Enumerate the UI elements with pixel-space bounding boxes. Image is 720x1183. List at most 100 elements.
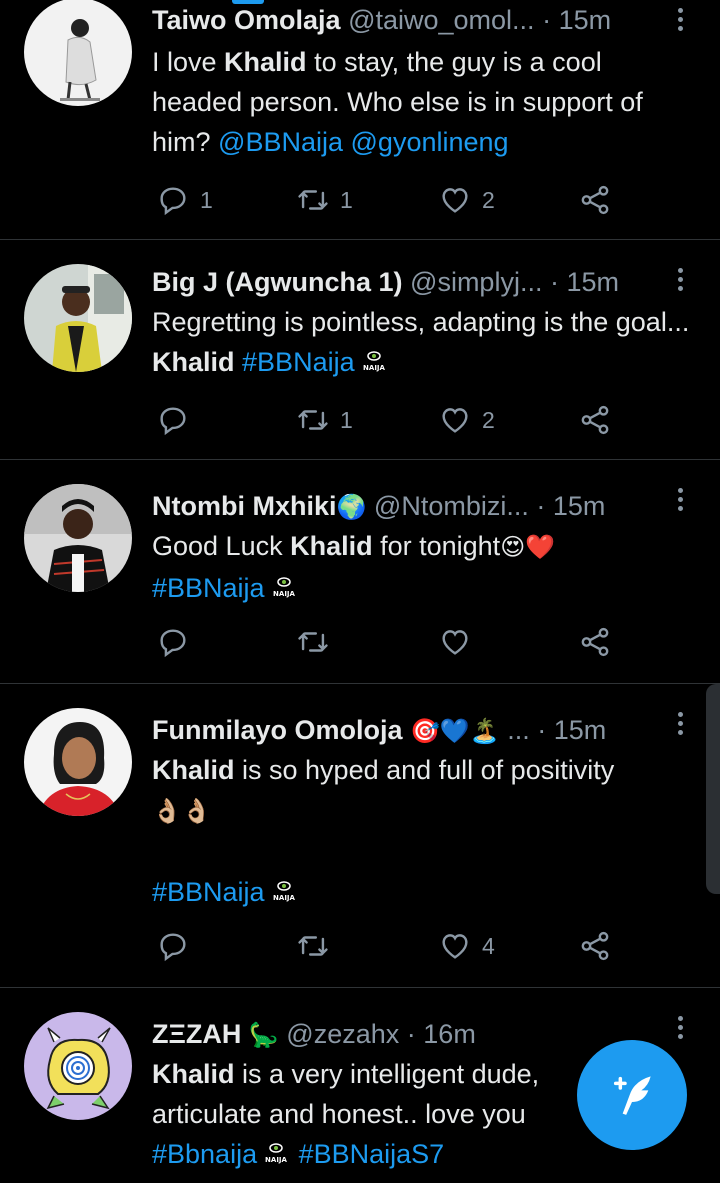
- avatar[interactable]: [24, 1012, 132, 1120]
- more-vertical-icon[interactable]: [676, 1016, 684, 1042]
- timestamp[interactable]: 15m: [566, 267, 619, 297]
- avatar[interactable]: [24, 708, 132, 816]
- reply-button[interactable]: [156, 926, 200, 966]
- display-name[interactable]: ZΞZAH: [152, 1019, 241, 1049]
- svg-text:NAIJA: NAIJA: [363, 364, 385, 372]
- tweet-3[interactable]: Ntombi Mxhiki🌍 @Ntombizi... · 15m Good L…: [0, 460, 720, 684]
- more-vertical-icon[interactable]: [676, 488, 684, 514]
- handle[interactable]: ...: [507, 715, 530, 745]
- reply-icon: [160, 933, 186, 962]
- reply-icon: [160, 187, 186, 216]
- text-emoji: 😍❤️: [500, 534, 556, 561]
- share-icon: [581, 627, 609, 657]
- bbnaija-logo-icon: NAIJA: [273, 577, 295, 598]
- hashtag-link[interactable]: #Bbnaija: [152, 1139, 257, 1169]
- share-icon: [581, 185, 609, 215]
- tweet-actions: 4: [152, 926, 632, 966]
- hashtag-link[interactable]: #BBNaija: [152, 573, 265, 603]
- heart-icon: [442, 188, 468, 213]
- share-icon: [581, 405, 609, 435]
- display-name[interactable]: Ntombi Mxhiki: [152, 491, 337, 521]
- handle[interactable]: @zezahx: [286, 1019, 399, 1049]
- like-count: 2: [482, 186, 495, 213]
- like-count: 2: [482, 406, 495, 433]
- retweet-button[interactable]: [296, 622, 340, 662]
- share-button[interactable]: [578, 400, 612, 440]
- share-icon: [581, 931, 609, 961]
- share-button[interactable]: [578, 926, 612, 966]
- retweet-button[interactable]: [296, 926, 340, 966]
- timestamp[interactable]: 15m: [559, 5, 612, 35]
- handle[interactable]: @taiwo_omol...: [348, 5, 534, 35]
- handle[interactable]: @Ntombizi...: [374, 491, 529, 521]
- timestamp[interactable]: 15m: [554, 715, 607, 745]
- like-button[interactable]: 2: [438, 180, 495, 220]
- mention-link[interactable]: @BBNaija: [218, 127, 343, 157]
- avatar-image: [24, 0, 132, 106]
- scrollbar-handle[interactable]: [706, 684, 720, 894]
- text-highlight: Khalid: [152, 755, 235, 785]
- separator-dot: ·: [406, 1019, 416, 1049]
- tweet-text: I love Khalid to stay, the guy is a cool…: [152, 42, 690, 162]
- avatar[interactable]: [24, 264, 132, 372]
- tweet-header: Big J (Agwuncha 1) @simplyj... · 15m: [152, 262, 660, 302]
- share-button[interactable]: [578, 180, 612, 220]
- display-name[interactable]: Funmilayo Omoloja: [152, 715, 403, 745]
- retweet-icon: [298, 410, 328, 430]
- retweet-icon: [298, 936, 328, 956]
- tweet-1[interactable]: Taiwo Omolaja @taiwo_omol... · 15m I lov…: [0, 0, 720, 240]
- tweet-text: Khalid is so hyped and full of positivit…: [152, 750, 690, 912]
- timestamp[interactable]: 15m: [553, 491, 606, 521]
- avatar[interactable]: [24, 0, 132, 106]
- like-count: 4: [482, 932, 495, 959]
- svg-text:NAIJA: NAIJA: [273, 590, 295, 598]
- retweet-count: 1: [340, 406, 353, 433]
- name-emoji: 🦕: [248, 1022, 279, 1049]
- more-vertical-icon[interactable]: [676, 268, 684, 294]
- retweet-button[interactable]: 1: [296, 180, 353, 220]
- separator-dot: ·: [536, 491, 546, 521]
- tweet-actions: [152, 622, 632, 662]
- text-segment: Regretting is pointless, adapting is the…: [152, 307, 690, 337]
- display-name[interactable]: Taiwo Omolaja: [152, 5, 341, 35]
- separator-dot: ·: [542, 5, 552, 35]
- mention-link[interactable]: @gyonlineng: [351, 127, 509, 157]
- handle[interactable]: @simplyj...: [410, 267, 542, 297]
- tweet-text: Good Luck Khalid for tonight😍❤️ #BBNaija N…: [152, 526, 690, 608]
- retweet-icon: [298, 190, 328, 210]
- reply-button[interactable]: 1: [156, 180, 213, 220]
- reply-button[interactable]: [156, 622, 200, 662]
- more-vertical-icon[interactable]: [676, 8, 684, 34]
- compose-tweet-button[interactable]: [577, 1040, 687, 1150]
- timestamp[interactable]: 16m: [423, 1019, 476, 1049]
- tweet-actions: 1 1 2: [152, 180, 632, 220]
- text-segment: [235, 347, 243, 377]
- reply-button[interactable]: [156, 400, 200, 440]
- text-highlight: Khalid: [152, 347, 235, 377]
- more-vertical-icon[interactable]: [676, 712, 684, 738]
- text-segment: for tonight: [372, 531, 501, 561]
- avatar[interactable]: [24, 484, 132, 592]
- tweet-2[interactable]: Big J (Agwuncha 1) @simplyj... · 15m Reg…: [0, 240, 720, 460]
- tweet-header: Funmilayo Omoloja 🎯💙🏝️ ... · 15m: [152, 710, 660, 750]
- like-button[interactable]: [438, 622, 482, 662]
- hashtag-link[interactable]: #BBNaijaS7: [299, 1139, 445, 1169]
- tweet-header: Ntombi Mxhiki🌍 @Ntombizi... · 15m: [152, 486, 660, 526]
- hashtag-link[interactable]: #BBNaija: [152, 877, 265, 907]
- share-button[interactable]: [578, 622, 612, 662]
- display-name[interactable]: Big J (Agwuncha 1): [152, 267, 403, 297]
- like-button[interactable]: 2: [438, 400, 495, 440]
- svg-text:NAIJA: NAIJA: [265, 1156, 287, 1164]
- heart-icon: [442, 934, 468, 959]
- name-emoji: 🌍: [336, 494, 367, 521]
- tweet-4[interactable]: Funmilayo Omoloja 🎯💙🏝️ ... · 15m Khalid …: [0, 684, 720, 988]
- like-button[interactable]: 4: [438, 926, 495, 966]
- hashtag-link[interactable]: #BBNaija: [242, 347, 355, 377]
- text-segment: I love: [152, 47, 225, 77]
- bbnaija-logo-icon: NAIJA: [265, 1143, 288, 1164]
- retweet-button[interactable]: 1: [296, 400, 353, 440]
- reply-icon: [160, 629, 186, 658]
- reply-count: 1: [200, 186, 213, 213]
- bbnaija-logo-icon: NAIJA: [273, 881, 295, 902]
- reply-icon: [160, 407, 186, 436]
